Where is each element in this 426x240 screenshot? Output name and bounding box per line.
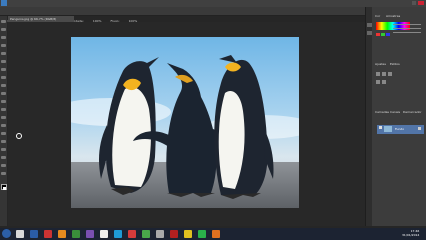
brush-tool-icon[interactable] xyxy=(1,76,6,79)
photoshop-taskbar-icon[interactable] xyxy=(30,230,38,238)
pen-tool-icon[interactable] xyxy=(1,132,6,135)
blur-tool-icon[interactable] xyxy=(1,116,6,119)
curves-icon[interactable] xyxy=(388,72,392,76)
eye-icon[interactable] xyxy=(379,126,382,129)
gradient-tool-icon[interactable] xyxy=(1,108,6,111)
system-clock[interactable]: 17:46 31/01/2014 xyxy=(402,229,419,237)
brightness-icon[interactable] xyxy=(376,72,380,76)
green-slider[interactable] xyxy=(393,28,421,29)
move-tool-icon[interactable] xyxy=(1,20,6,23)
stamp-tool-icon[interactable] xyxy=(1,84,6,87)
app-taskbar-icon-6[interactable] xyxy=(114,230,122,238)
app-taskbar-icon-11[interactable] xyxy=(184,230,192,238)
app-taskbar-icon-9[interactable] xyxy=(156,230,164,238)
app-taskbar-icon-12[interactable] xyxy=(198,230,206,238)
app-taskbar-icon-1[interactable] xyxy=(44,230,52,238)
minimize-button[interactable] xyxy=(412,1,416,5)
app-taskbar-icon-10[interactable] xyxy=(170,230,178,238)
lock-icon xyxy=(418,127,421,130)
brush-cursor xyxy=(16,133,22,139)
tab-paths[interactable]: Demarcador xyxy=(403,110,422,114)
clock-date: 31/01/2014 xyxy=(402,233,420,237)
background-color-swatch[interactable] xyxy=(3,187,6,190)
type-tool-icon[interactable] xyxy=(1,140,6,143)
path-select-tool-icon[interactable] xyxy=(1,148,6,151)
color-balance-icon[interactable] xyxy=(382,80,386,84)
quick-select-tool-icon[interactable] xyxy=(1,44,6,47)
penguins-image xyxy=(71,37,299,208)
history-brush-tool-icon[interactable] xyxy=(1,92,6,95)
lasso-tool-icon[interactable] xyxy=(1,36,6,39)
tab-swatches[interactable]: Amostras xyxy=(386,14,400,18)
panels-column: Cor Amostras Ajustes Estilos Camadas Can… xyxy=(372,7,426,226)
layer-row[interactable]: Fundo xyxy=(377,125,424,134)
menu-bar: Arquivo Editar Imagem Camada Texto Selec… xyxy=(0,0,426,16)
app-taskbar-icon-7[interactable] xyxy=(128,230,136,238)
swatch-red[interactable] xyxy=(376,33,380,36)
zoom-tool-icon[interactable] xyxy=(1,172,6,175)
marquee-tool-icon[interactable] xyxy=(1,28,6,31)
options-bar: Ferramenta Modo: Normal Opacidade: 100% … xyxy=(0,7,365,23)
tab-color[interactable]: Cor xyxy=(375,14,380,18)
app-taskbar-icon-5[interactable] xyxy=(100,230,108,238)
photoshop-logo-icon xyxy=(1,0,7,6)
dodge-tool-icon[interactable] xyxy=(1,124,6,127)
app-taskbar-icon-4[interactable] xyxy=(86,230,94,238)
app-taskbar-icon-13[interactable] xyxy=(212,230,220,238)
tab-styles[interactable]: Estilos xyxy=(390,62,400,66)
app-taskbar-icon-8[interactable] xyxy=(142,230,150,238)
hue-saturation-icon[interactable] xyxy=(376,80,380,84)
eraser-tool-icon[interactable] xyxy=(1,100,6,103)
crop-tool-icon[interactable] xyxy=(1,52,6,55)
eyedropper-tool-icon[interactable] xyxy=(1,60,6,63)
blue-slider[interactable] xyxy=(393,32,421,33)
close-button[interactable] xyxy=(418,1,424,5)
swatch-green[interactable] xyxy=(381,33,385,36)
swatch-blue[interactable] xyxy=(386,33,390,36)
layer-name: Fundo xyxy=(395,127,405,131)
explorer-icon[interactable] xyxy=(16,230,24,238)
app-taskbar-icon-2[interactable] xyxy=(58,230,66,238)
layer-thumbnail xyxy=(384,126,392,132)
levels-icon[interactable] xyxy=(382,72,386,76)
app-taskbar-icon-3[interactable] xyxy=(72,230,80,238)
document-tab[interactable]: Penguins.jpg @ 66,7% (RGB/8) xyxy=(8,16,74,22)
tab-adjustments[interactable]: Ajustes xyxy=(375,62,386,66)
red-slider[interactable] xyxy=(393,24,421,25)
shape-tool-icon[interactable] xyxy=(1,156,6,159)
tab-channels[interactable]: Canais xyxy=(390,110,400,114)
start-button[interactable] xyxy=(2,229,11,238)
healing-tool-icon[interactable] xyxy=(1,68,6,71)
tab-layers[interactable]: Camadas xyxy=(375,110,389,114)
adjustment-icons xyxy=(376,72,422,96)
tools-panel xyxy=(0,16,7,226)
hand-tool-icon[interactable] xyxy=(1,164,6,167)
